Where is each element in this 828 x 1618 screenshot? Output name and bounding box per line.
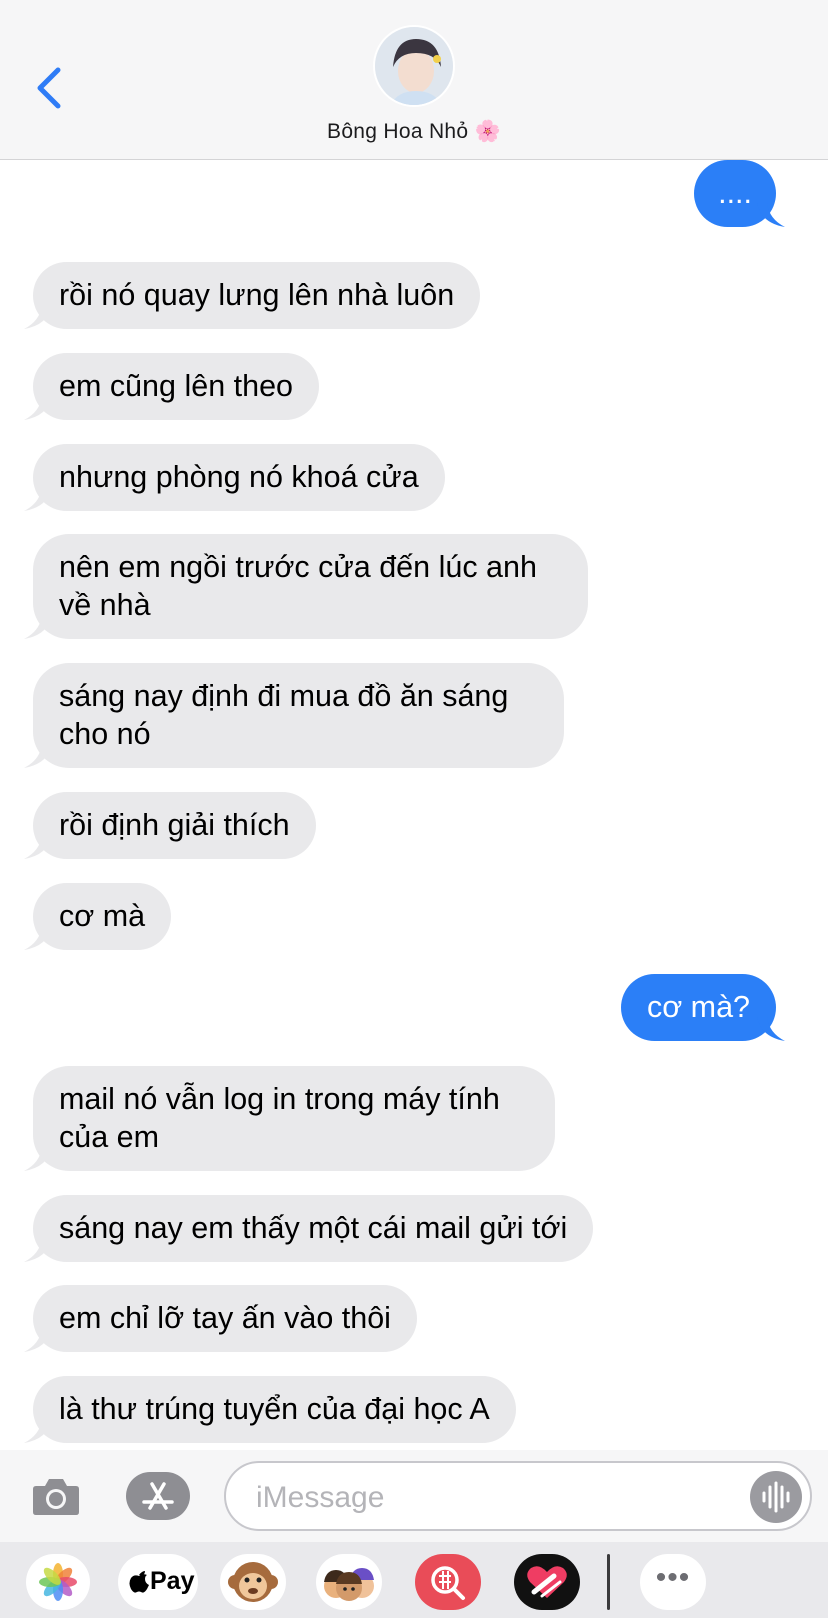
- contact-name[interactable]: Bông Hoa Nhỏ 🌸: [0, 120, 828, 144]
- message-bubble[interactable]: sáng nay em thấy một cái mail gửi tới: [24, 1195, 594, 1262]
- message-bubble[interactable]: rồi định giải thích: [24, 792, 316, 859]
- memoji-app-button[interactable]: [316, 1554, 382, 1610]
- message-text-line: sáng nay định đi mua đồ ăn sáng: [59, 679, 509, 713]
- incoming-message[interactable]: nên em ngồi trước cửa đến lúc anh về nhà: [24, 534, 588, 639]
- more-icon: •••: [655, 1561, 691, 1594]
- outgoing-message[interactable]: ....: [694, 160, 785, 227]
- message-text: ....: [718, 176, 752, 210]
- apple-logo-icon: [129, 1571, 149, 1593]
- drawer-divider: [607, 1554, 610, 1610]
- conversation-header: Bông Hoa Nhỏ 🌸: [0, 0, 828, 160]
- app-drawer: Pay •••: [0, 1542, 828, 1618]
- more-apps-button[interactable]: •••: [640, 1554, 706, 1610]
- incoming-message[interactable]: rồi định giải thích: [24, 792, 316, 859]
- bubble-tail: [24, 1238, 52, 1262]
- message-text: cơ mà: [59, 899, 146, 933]
- bubble-tail: [24, 305, 52, 329]
- bubble-tail: [24, 835, 52, 859]
- message-text-line: mail nó vẫn log in trong máy tính: [59, 1082, 500, 1116]
- heart-icon: [527, 1566, 567, 1598]
- audio-message-button[interactable]: [750, 1471, 802, 1523]
- bubble-tail: [24, 1419, 52, 1443]
- message-bubble[interactable]: nhưng phòng nó khoá cửa: [24, 444, 445, 511]
- message-text: sáng nay em thấy một cái mail gửi tới: [59, 1211, 568, 1245]
- message-thread[interactable]: .... rồi nó quay lưng lên nhà luôn em cũ…: [0, 160, 828, 1450]
- contact-name-label: Bông Hoa Nhỏ 🌸: [327, 120, 501, 143]
- message-text: cơ mà?: [646, 990, 750, 1024]
- message-bubble[interactable]: mail nó vẫn log in trong máy tính của em: [24, 1066, 555, 1171]
- outgoing-message[interactable]: cơ mà?: [620, 974, 785, 1041]
- apple-pay-app-button[interactable]: Pay: [118, 1554, 198, 1610]
- camera-icon: [33, 1479, 79, 1515]
- message-text-line: nên em ngồi trước cửa đến lúc anh: [59, 550, 537, 584]
- animoji-app-button[interactable]: [220, 1554, 286, 1610]
- message-bubble[interactable]: là thư trúng tuyển của đại học A: [24, 1376, 516, 1443]
- memoji-icon: [324, 1568, 374, 1601]
- message-text: là thư trúng tuyển của đại học A: [59, 1392, 490, 1426]
- image-search-app-button[interactable]: [415, 1554, 481, 1610]
- message-bubble[interactable]: cơ mà: [24, 883, 172, 950]
- message-bubble[interactable]: em chỉ lỡ tay ấn vào thôi: [24, 1285, 417, 1352]
- bubble-tail: [24, 615, 52, 639]
- fitness-app-button[interactable]: [514, 1554, 580, 1610]
- chevron-left-icon: [37, 67, 61, 109]
- app-store-button[interactable]: [126, 1472, 190, 1520]
- message-text-line: của em: [59, 1120, 160, 1154]
- waveform-icon: [762, 1481, 790, 1513]
- back-button[interactable]: [30, 64, 70, 112]
- message-text-line: cho nó: [59, 717, 151, 751]
- incoming-message[interactable]: em chỉ lỡ tay ấn vào thôi: [24, 1285, 417, 1352]
- incoming-message[interactable]: sáng nay định đi mua đồ ăn sáng cho nó: [24, 663, 564, 768]
- message-bubble[interactable]: nên em ngồi trước cửa đến lúc anh về nhà: [24, 534, 588, 639]
- message-bubble[interactable]: sáng nay định đi mua đồ ăn sáng cho nó: [24, 663, 564, 768]
- message-input[interactable]: iMessage: [224, 1461, 812, 1531]
- app-store-icon: [142, 1482, 174, 1510]
- bubble-tail: [24, 744, 52, 768]
- compose-bar: iMessage: [0, 1450, 828, 1542]
- message-bubble[interactable]: cơ mà?: [620, 974, 785, 1041]
- image-search-icon: [431, 1566, 465, 1600]
- incoming-message[interactable]: em cũng lên theo: [24, 353, 319, 420]
- bubble-tail: [24, 1328, 52, 1352]
- message-text-line: về nhà: [59, 588, 151, 622]
- message-text: em chỉ lỡ tay ấn vào thôi: [59, 1301, 391, 1335]
- message-text: rồi nó quay lưng lên nhà luôn: [59, 278, 455, 312]
- message-bubble[interactable]: rồi nó quay lưng lên nhà luôn: [24, 262, 481, 329]
- bubble-tail: [24, 487, 52, 511]
- message-bubble[interactable]: ....: [694, 160, 785, 227]
- apple-pay-label: Pay: [150, 1567, 195, 1595]
- bubble-tail: [24, 926, 52, 950]
- message-bubble[interactable]: em cũng lên theo: [24, 353, 319, 420]
- bubble-tail: [24, 396, 52, 420]
- bubble-tail: [757, 1017, 785, 1041]
- message-text: rồi định giải thích: [59, 808, 290, 842]
- camera-button[interactable]: [30, 1472, 82, 1520]
- incoming-message[interactable]: cơ mà: [24, 883, 172, 950]
- incoming-message[interactable]: là thư trúng tuyển của đại học A: [24, 1376, 516, 1443]
- incoming-message[interactable]: mail nó vẫn log in trong máy tính của em: [24, 1066, 555, 1171]
- incoming-message[interactable]: nhưng phòng nó khoá cửa: [24, 444, 445, 511]
- photos-icon: [39, 1563, 77, 1601]
- photos-app-button[interactable]: [26, 1554, 90, 1610]
- incoming-message[interactable]: rồi nó quay lưng lên nhà luôn: [24, 262, 481, 329]
- bubble-tail: [757, 203, 785, 227]
- animoji-icon: [228, 1562, 278, 1602]
- message-text: em cũng lên theo: [59, 369, 293, 403]
- incoming-message[interactable]: sáng nay em thấy một cái mail gửi tới: [24, 1195, 594, 1262]
- message-text: nhưng phòng nó khoá cửa: [59, 460, 419, 494]
- contact-avatar[interactable]: [373, 25, 455, 107]
- message-input-placeholder: iMessage: [256, 1481, 385, 1514]
- bubble-tail: [24, 1147, 52, 1171]
